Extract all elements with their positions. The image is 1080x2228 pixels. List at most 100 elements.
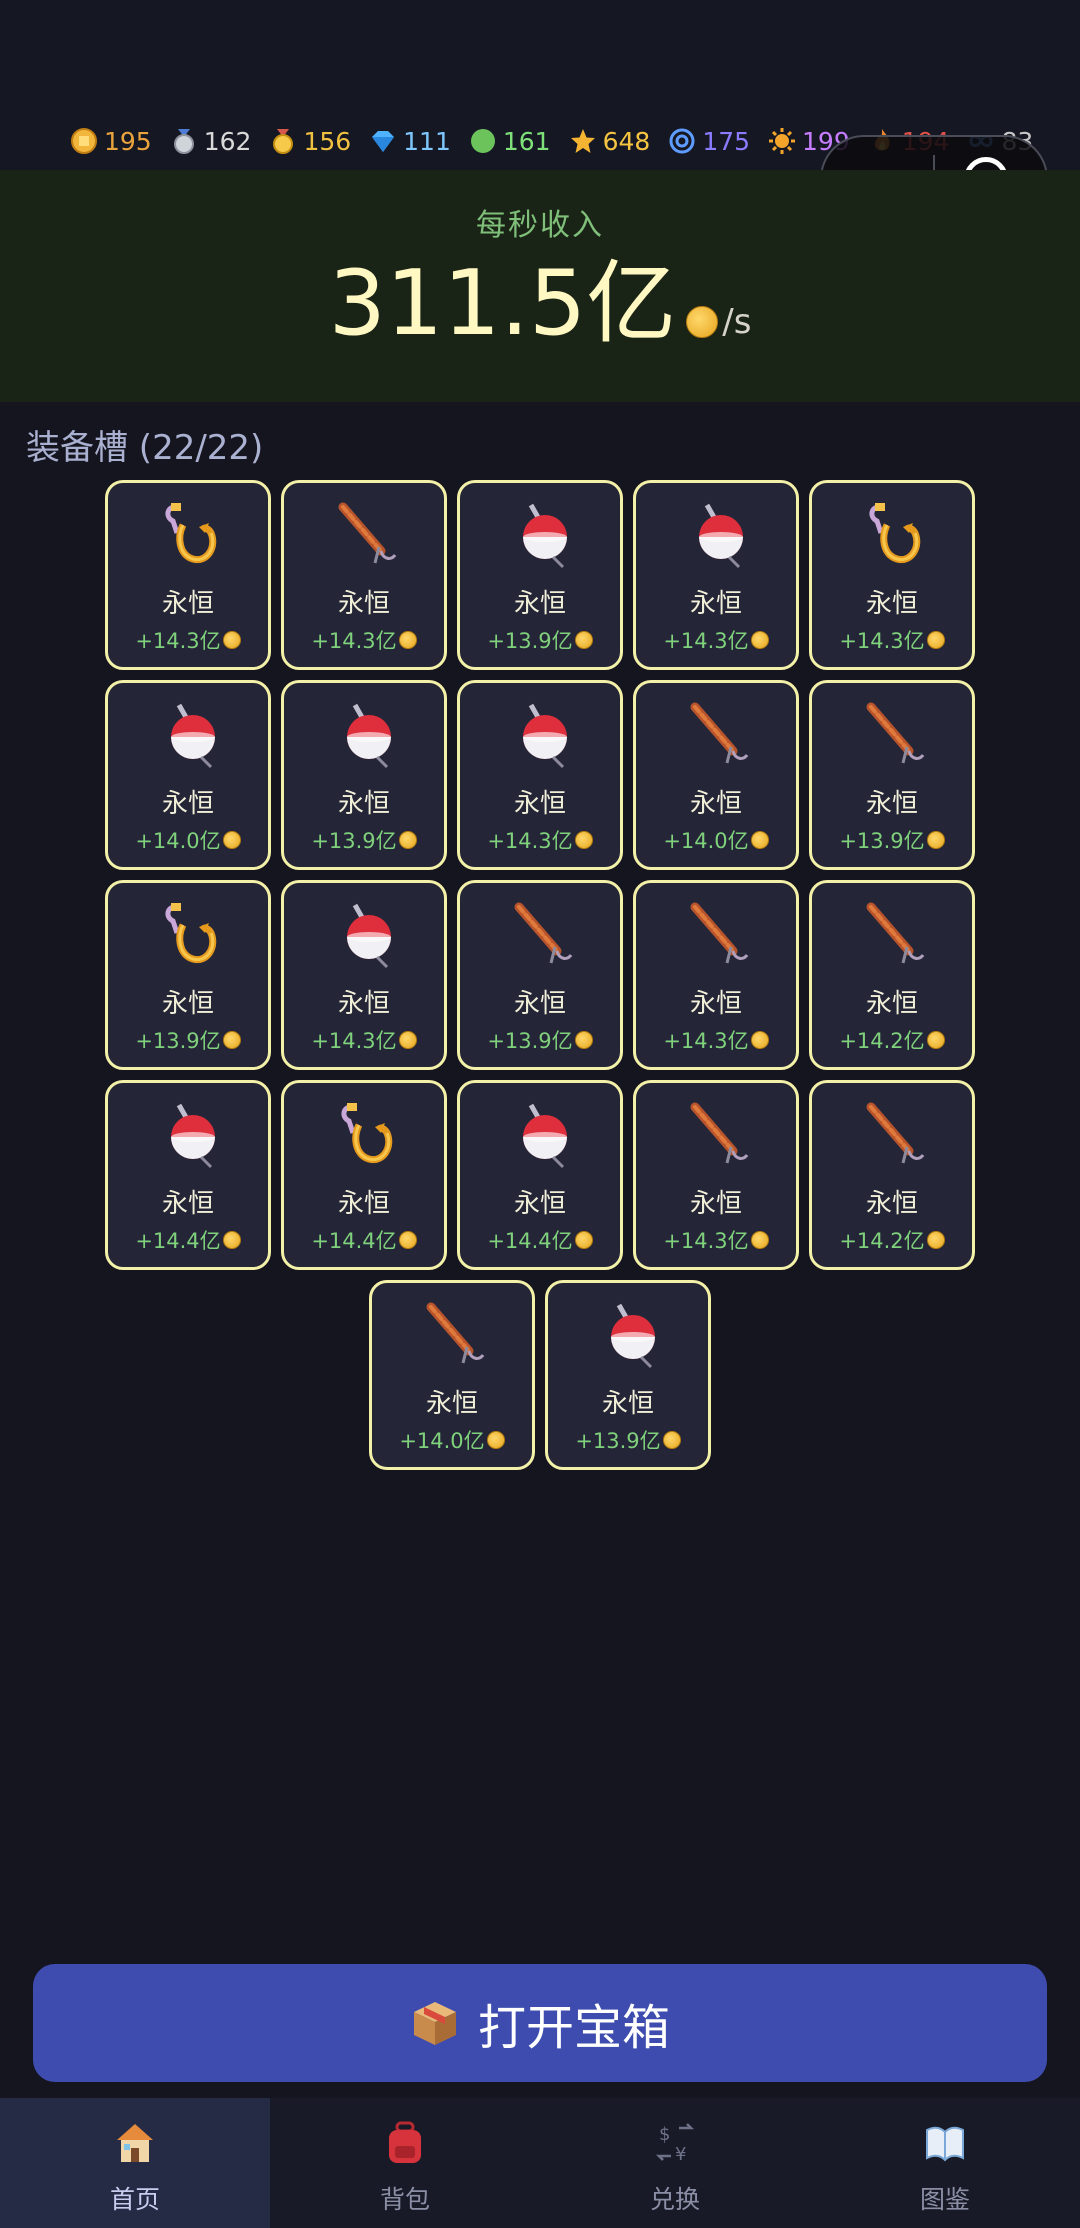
item-rarity: 永恒 [337,789,390,819]
item-income: +14.3亿 [284,625,444,655]
income-banner: 每秒收入 311.5亿 /s [0,170,1080,402]
item-income-value: +14.0亿 [135,829,221,853]
equipment-slot[interactable]: 永恒 +14.3亿 [633,880,799,1070]
equipment-slot[interactable]: 永恒 +14.4亿 [457,1080,623,1270]
item-income: +14.2亿 [812,1225,972,1255]
coin-icon [574,1031,593,1049]
hook-icon [857,497,933,573]
float-icon [329,697,405,773]
item-rarity: 永恒 [689,989,742,1019]
tab-label: 背包 [379,2185,430,2214]
tab-home[interactable]: 首页 [0,2098,270,2228]
item-income-value: +14.0亿 [663,829,749,853]
sun-icon [768,127,796,155]
fishing-rod-icon [417,1297,493,1373]
equipment-slot[interactable]: 永恒 +13.9亿 [457,880,623,1070]
open-chest-button[interactable]: 打开宝箱 [33,1964,1047,2082]
float-icon [593,1297,669,1373]
equipment-slot[interactable]: 永恒 +14.3亿 [105,480,271,670]
item-rarity: 永恒 [865,989,918,1019]
item-income-value: +14.4亿 [487,1229,573,1253]
equipment-slot[interactable]: 永恒 +14.3亿 [633,480,799,670]
equipment-slot[interactable]: 永恒 +14.3亿 [281,480,447,670]
item-income: +13.9亿 [284,825,444,855]
item-income-value: +13.9亿 [135,1029,221,1053]
item-income-value: +14.4亿 [135,1229,221,1253]
item-rarity: 永恒 [865,789,918,819]
item-income: +14.3亿 [636,1225,796,1255]
equipment-slot[interactable]: 永恒 +14.3亿 [457,680,623,870]
item-income: +13.9亿 [108,1025,268,1055]
equipment-slot[interactable]: 永恒 +14.4亿 [105,1080,271,1270]
resource-gold-medal: 156 [269,127,351,156]
item-rarity: 永恒 [161,1189,214,1219]
equipment-slot[interactable]: 永恒 +14.0亿 [105,680,271,870]
equipment-slot[interactable]: 永恒 +13.9亿 [457,480,623,670]
diamond-icon [369,127,397,155]
item-rarity: 永恒 [425,1389,478,1419]
resource-value: 161 [502,126,551,156]
coin-icon [398,1231,417,1249]
fishing-rod-icon [681,897,757,973]
gold-medal-icon [269,127,297,155]
fishing-rod-icon [857,897,933,973]
float-icon [329,897,405,973]
coin-icon [574,631,593,649]
equipment-slot[interactable]: 永恒 +13.9亿 [281,680,447,870]
equipment-slot[interactable]: 永恒 +14.0亿 [633,680,799,870]
app-screen: 19516215611116164817519919483 每秒收入 311.5… [0,0,1080,2228]
resource-value: 175 [702,126,751,156]
equipment-slot[interactable]: 永恒 +14.2亿 [809,1080,975,1270]
item-income: +13.9亿 [812,825,972,855]
item-income: +14.2亿 [812,1025,972,1055]
tab-book[interactable]: 图鉴 [810,2098,1080,2228]
equipment-slot[interactable]: 永恒 +14.3亿 [633,1080,799,1270]
income-value-row: 311.5亿 /s [0,254,1080,354]
swirl-icon [668,127,696,155]
coin-icon [398,831,417,849]
float-icon [505,697,581,773]
silver-medal-icon [170,127,198,155]
package-icon [413,2002,456,2045]
equipment-slot[interactable]: 永恒 +14.3亿 [281,880,447,1070]
item-income-value: +13.9亿 [839,829,925,853]
item-income-value: +13.9亿 [575,1429,661,1453]
coin-icon [686,306,719,338]
equipment-slot[interactable]: 永恒 +14.2亿 [809,880,975,1070]
item-rarity: 永恒 [161,589,214,619]
coin-icon [222,831,241,849]
equipment-slot[interactable]: 永恒 +13.9亿 [545,1280,711,1470]
item-rarity: 永恒 [513,989,566,1019]
coin-icon [926,1231,945,1249]
equipment-slot[interactable]: 永恒 +13.9亿 [105,880,271,1070]
item-income-value: +13.9亿 [487,629,573,653]
item-income-value: +14.4亿 [311,1229,397,1253]
resource-star: 648 [569,127,650,156]
item-income-value: +14.2亿 [839,1229,925,1253]
backpack-icon [383,2120,427,2166]
item-rarity: 永恒 [337,989,390,1019]
float-icon [681,497,757,573]
item-income: +14.0亿 [636,825,796,855]
item-income-value: +14.3亿 [839,629,925,653]
resource-coin: 195 [70,127,152,156]
float-icon [153,1097,229,1173]
equipment-slot[interactable]: 永恒 +13.9亿 [809,680,975,870]
equipment-slot[interactable]: 永恒 +14.3亿 [809,480,975,670]
resource-green-orb: 161 [469,127,551,156]
coin-icon [662,1431,681,1449]
tab-label: 首页 [109,2185,160,2214]
exchange-icon: $ ¥ [653,2120,697,2166]
tab-backpack[interactable]: 背包 [270,2098,540,2228]
equipment-slot[interactable]: 永恒 +14.0亿 [369,1280,535,1470]
green-orb-icon [469,127,497,155]
item-income-value: +14.0亿 [399,1429,485,1453]
item-rarity: 永恒 [161,789,214,819]
income-unit: /s [722,302,752,342]
resource-value: 162 [203,126,252,156]
resource-diamond: 111 [369,127,451,156]
fishing-rod-icon [857,697,933,773]
fishing-rod-icon [505,897,581,973]
tab-exchange[interactable]: $ ¥ 兑换 [540,2098,810,2228]
equipment-slot[interactable]: 永恒 +14.4亿 [281,1080,447,1270]
